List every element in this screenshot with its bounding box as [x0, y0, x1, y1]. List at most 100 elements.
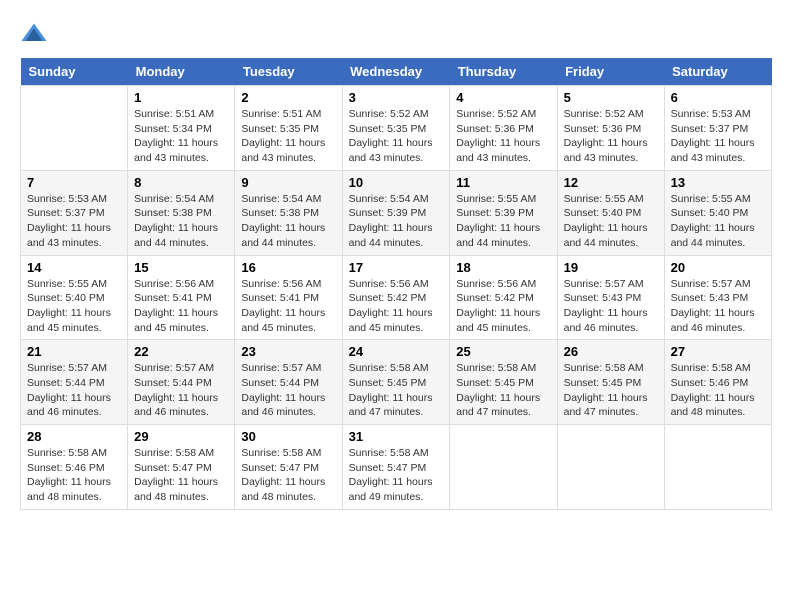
day-number: 8	[134, 175, 228, 190]
day-number: 6	[671, 90, 765, 105]
logo-icon	[20, 20, 48, 48]
week-row-3: 14 Sunrise: 5:55 AMSunset: 5:40 PMDayligh…	[21, 255, 772, 340]
calendar-cell: 23 Sunrise: 5:57 AMSunset: 5:44 PMDayligh…	[235, 340, 342, 425]
day-info: Sunrise: 5:51 AMSunset: 5:35 PMDaylight:…	[241, 107, 335, 166]
header-thursday: Thursday	[450, 58, 557, 86]
calendar-cell: 6 Sunrise: 5:53 AMSunset: 5:37 PMDaylight…	[664, 86, 771, 171]
day-info: Sunrise: 5:52 AMSunset: 5:36 PMDaylight:…	[456, 107, 550, 166]
day-info: Sunrise: 5:55 AMSunset: 5:40 PMDaylight:…	[564, 192, 658, 251]
calendar-cell: 9 Sunrise: 5:54 AMSunset: 5:38 PMDaylight…	[235, 170, 342, 255]
calendar-cell: 10 Sunrise: 5:54 AMSunset: 5:39 PMDayligh…	[342, 170, 450, 255]
week-row-1: 1 Sunrise: 5:51 AMSunset: 5:34 PMDaylight…	[21, 86, 772, 171]
day-info: Sunrise: 5:58 AMSunset: 5:47 PMDaylight:…	[241, 446, 335, 505]
calendar-cell: 30 Sunrise: 5:58 AMSunset: 5:47 PMDayligh…	[235, 425, 342, 510]
day-number: 14	[27, 260, 121, 275]
header-monday: Monday	[128, 58, 235, 86]
calendar-cell: 28 Sunrise: 5:58 AMSunset: 5:46 PMDayligh…	[21, 425, 128, 510]
calendar-cell	[664, 425, 771, 510]
calendar-cell: 16 Sunrise: 5:56 AMSunset: 5:41 PMDayligh…	[235, 255, 342, 340]
header-wednesday: Wednesday	[342, 58, 450, 86]
calendar-cell: 24Sunrise: 5:58 AMSunset: 5:45 PMDayligh…	[342, 340, 450, 425]
day-info: Sunrise: 5:56 AMSunset: 5:42 PMDaylight:…	[456, 277, 550, 336]
week-row-5: 28 Sunrise: 5:58 AMSunset: 5:46 PMDayligh…	[21, 425, 772, 510]
calendar-cell: 7 Sunrise: 5:53 AMSunset: 5:37 PMDaylight…	[21, 170, 128, 255]
week-row-2: 7 Sunrise: 5:53 AMSunset: 5:37 PMDaylight…	[21, 170, 772, 255]
day-number: 2	[241, 90, 335, 105]
header-sunday: Sunday	[21, 58, 128, 86]
calendar-cell: 1 Sunrise: 5:51 AMSunset: 5:34 PMDaylight…	[128, 86, 235, 171]
day-info: Sunrise: 5:57 AMSunset: 5:43 PMDaylight:…	[671, 277, 765, 336]
header-tuesday: Tuesday	[235, 58, 342, 86]
calendar-cell	[21, 86, 128, 171]
calendar-cell: 2 Sunrise: 5:51 AMSunset: 5:35 PMDaylight…	[235, 86, 342, 171]
day-number: 22	[134, 344, 228, 359]
day-info: Sunrise: 5:54 AMSunset: 5:39 PMDaylight:…	[349, 192, 444, 251]
day-number: 19	[564, 260, 658, 275]
calendar-table: SundayMondayTuesdayWednesdayThursdayFrid…	[20, 58, 772, 510]
calendar-cell	[557, 425, 664, 510]
calendar-cell: 25Sunrise: 5:58 AMSunset: 5:45 PMDayligh…	[450, 340, 557, 425]
day-info: Sunrise: 5:58 AMSunset: 5:46 PMDaylight:…	[671, 361, 765, 420]
calendar-cell: 17Sunrise: 5:56 AMSunset: 5:42 PMDayligh…	[342, 255, 450, 340]
day-number: 18	[456, 260, 550, 275]
calendar-cell: 18 Sunrise: 5:56 AMSunset: 5:42 PMDayligh…	[450, 255, 557, 340]
day-number: 10	[349, 175, 444, 190]
day-number: 30	[241, 429, 335, 444]
calendar-cell: 14 Sunrise: 5:55 AMSunset: 5:40 PMDayligh…	[21, 255, 128, 340]
day-info: Sunrise: 5:56 AMSunset: 5:41 PMDaylight:…	[134, 277, 228, 336]
day-number: 7	[27, 175, 121, 190]
header-saturday: Saturday	[664, 58, 771, 86]
day-info: Sunrise: 5:58 AMSunset: 5:45 PMDaylight:…	[564, 361, 658, 420]
day-number: 12	[564, 175, 658, 190]
day-info: Sunrise: 5:55 AMSunset: 5:39 PMDaylight:…	[456, 192, 550, 251]
calendar-cell: 21Sunrise: 5:57 AMSunset: 5:44 PMDayligh…	[21, 340, 128, 425]
calendar-cell: 22Sunrise: 5:57 AMSunset: 5:44 PMDayligh…	[128, 340, 235, 425]
logo	[20, 20, 52, 48]
calendar-cell: 31 Sunrise: 5:58 AMSunset: 5:47 PMDayligh…	[342, 425, 450, 510]
calendar-cell: 13Sunrise: 5:55 AMSunset: 5:40 PMDayligh…	[664, 170, 771, 255]
day-number: 29	[134, 429, 228, 444]
day-info: Sunrise: 5:54 AMSunset: 5:38 PMDaylight:…	[241, 192, 335, 251]
day-number: 17	[349, 260, 444, 275]
header-row: SundayMondayTuesdayWednesdayThursdayFrid…	[21, 58, 772, 86]
day-number: 11	[456, 175, 550, 190]
day-info: Sunrise: 5:58 AMSunset: 5:47 PMDaylight:…	[134, 446, 228, 505]
calendar-cell: 3Sunrise: 5:52 AMSunset: 5:35 PMDaylight…	[342, 86, 450, 171]
day-number: 21	[27, 344, 121, 359]
day-info: Sunrise: 5:57 AMSunset: 5:43 PMDaylight:…	[564, 277, 658, 336]
day-info: Sunrise: 5:52 AMSunset: 5:36 PMDaylight:…	[564, 107, 658, 166]
day-info: Sunrise: 5:56 AMSunset: 5:41 PMDaylight:…	[241, 277, 335, 336]
day-info: Sunrise: 5:55 AMSunset: 5:40 PMDaylight:…	[27, 277, 121, 336]
day-info: Sunrise: 5:55 AMSunset: 5:40 PMDaylight:…	[671, 192, 765, 251]
day-number: 28	[27, 429, 121, 444]
day-number: 1	[134, 90, 228, 105]
day-number: 26	[564, 344, 658, 359]
day-info: Sunrise: 5:53 AMSunset: 5:37 PMDaylight:…	[27, 192, 121, 251]
day-number: 23	[241, 344, 335, 359]
calendar-cell	[450, 425, 557, 510]
day-number: 31	[349, 429, 444, 444]
day-info: Sunrise: 5:52 AMSunset: 5:35 PMDaylight:…	[349, 107, 444, 166]
day-info: Sunrise: 5:51 AMSunset: 5:34 PMDaylight:…	[134, 107, 228, 166]
calendar-cell: 12 Sunrise: 5:55 AMSunset: 5:40 PMDayligh…	[557, 170, 664, 255]
calendar-cell: 20 Sunrise: 5:57 AMSunset: 5:43 PMDayligh…	[664, 255, 771, 340]
calendar-cell: 27 Sunrise: 5:58 AMSunset: 5:46 PMDayligh…	[664, 340, 771, 425]
calendar-cell: 29 Sunrise: 5:58 AMSunset: 5:47 PMDayligh…	[128, 425, 235, 510]
calendar-cell: 15Sunrise: 5:56 AMSunset: 5:41 PMDayligh…	[128, 255, 235, 340]
day-number: 9	[241, 175, 335, 190]
day-number: 20	[671, 260, 765, 275]
day-number: 25	[456, 344, 550, 359]
header-friday: Friday	[557, 58, 664, 86]
day-number: 5	[564, 90, 658, 105]
calendar-cell: 8 Sunrise: 5:54 AMSunset: 5:38 PMDaylight…	[128, 170, 235, 255]
day-number: 27	[671, 344, 765, 359]
day-info: Sunrise: 5:53 AMSunset: 5:37 PMDaylight:…	[671, 107, 765, 166]
calendar-cell: 5 Sunrise: 5:52 AMSunset: 5:36 PMDaylight…	[557, 86, 664, 171]
calendar-cell: 26 Sunrise: 5:58 AMSunset: 5:45 PMDayligh…	[557, 340, 664, 425]
day-info: Sunrise: 5:58 AMSunset: 5:46 PMDaylight:…	[27, 446, 121, 505]
day-info: Sunrise: 5:57 AMSunset: 5:44 PMDaylight:…	[241, 361, 335, 420]
day-info: Sunrise: 5:58 AMSunset: 5:47 PMDaylight:…	[349, 446, 444, 505]
day-number: 16	[241, 260, 335, 275]
day-info: Sunrise: 5:54 AMSunset: 5:38 PMDaylight:…	[134, 192, 228, 251]
calendar-cell: 4Sunrise: 5:52 AMSunset: 5:36 PMDaylight…	[450, 86, 557, 171]
